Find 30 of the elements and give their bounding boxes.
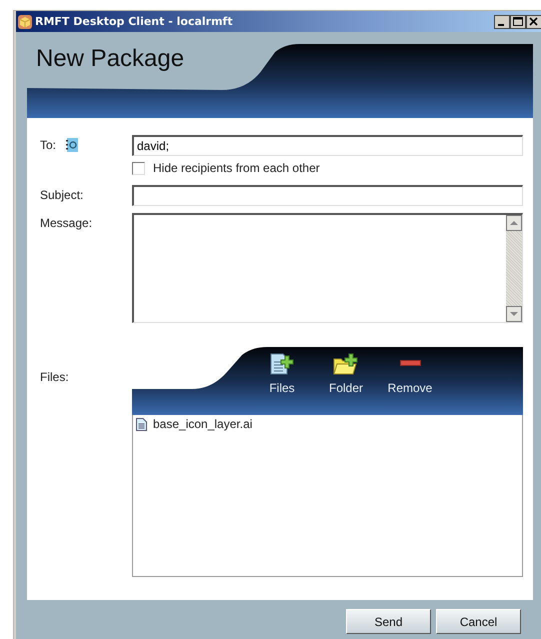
- file-list[interactable]: base_icon_layer.ai: [132, 415, 523, 577]
- add-file-icon: [269, 353, 295, 375]
- add-folder-button[interactable]: Folder: [321, 353, 371, 395]
- close-icon[interactable]: [526, 14, 541, 28]
- document-icon: [136, 418, 147, 430]
- scrollbar[interactable]: [506, 215, 522, 322]
- send-button[interactable]: Send: [346, 609, 431, 634]
- minimize-icon[interactable]: [494, 14, 510, 28]
- subject-field[interactable]: [132, 185, 523, 206]
- file-name[interactable]: base_icon_layer.ai: [153, 417, 252, 431]
- box-icon: [18, 14, 32, 28]
- maximize-icon[interactable]: [510, 14, 526, 28]
- scroll-up-icon[interactable]: [506, 215, 522, 231]
- to-field[interactable]: david;: [132, 135, 523, 156]
- window-title: RMFT Desktop Client - localrmft: [35, 15, 233, 28]
- field-label: Message:: [39, 216, 92, 230]
- page-title: New Package: [36, 45, 184, 73]
- field-label: Subject:: [39, 188, 84, 202]
- remove-button[interactable]: Remove: [385, 353, 435, 395]
- checkbox[interactable]: [132, 162, 145, 174]
- field-label: To:: [39, 138, 56, 152]
- checkbox-label: Hide recipients from each other: [153, 161, 320, 175]
- address-book-icon[interactable]: [66, 138, 78, 152]
- scroll-down-icon[interactable]: [506, 306, 522, 322]
- field-label: Files:: [39, 370, 69, 384]
- add-folder-icon: [333, 353, 359, 375]
- add-files-button[interactable]: Files: [257, 353, 307, 395]
- minus-icon: [400, 360, 420, 366]
- message-field[interactable]: [132, 213, 523, 323]
- cancel-button[interactable]: Cancel: [436, 609, 521, 634]
